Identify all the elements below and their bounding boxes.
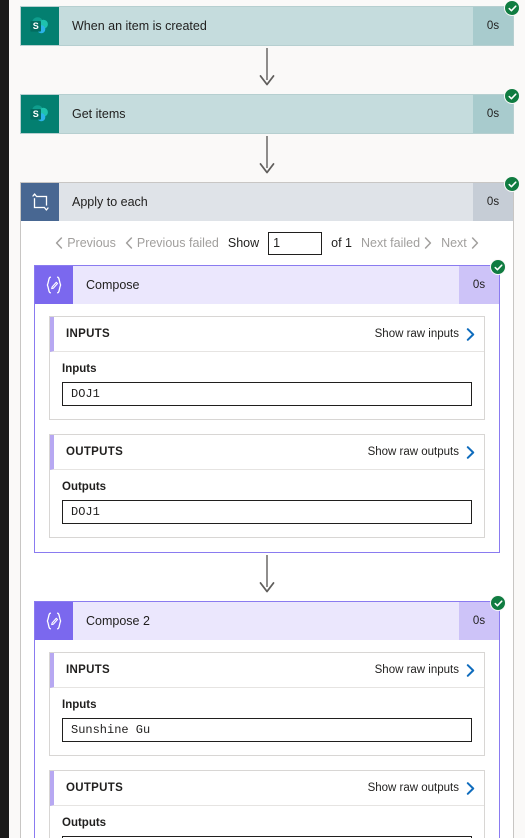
- show-raw-outputs-label: Show raw outputs: [367, 446, 459, 458]
- previous-button[interactable]: Previous: [55, 236, 116, 250]
- outputs-panel-header: OUTPUTS Show raw outputs: [50, 771, 484, 806]
- card-header[interactable]: Compose 2 0s: [35, 595, 506, 640]
- inputs-value[interactable]: DOJ1: [62, 382, 472, 406]
- chevron-right-icon: [471, 237, 478, 249]
- card-title: Compose 2: [86, 614, 150, 628]
- show-raw-inputs-label: Show raw inputs: [374, 328, 459, 340]
- sharepoint-icon: S: [21, 95, 59, 133]
- show-raw-outputs-label: Show raw outputs: [367, 782, 459, 794]
- compose-body: INPUTS Show raw inputs Inputs: [35, 640, 499, 838]
- inputs-field-label: Inputs: [62, 699, 97, 711]
- compose-card[interactable]: Compose 0s INPUTS Show raw inputs Inputs…: [34, 259, 506, 553]
- compose-icon: [35, 602, 73, 640]
- card-title: Apply to each: [72, 195, 148, 209]
- outputs-panel-body: Outputs DOJ1: [50, 470, 484, 537]
- sharepoint-icon: S: [21, 7, 59, 45]
- inputs-panel: INPUTS Show raw inputs Inputs: [49, 652, 485, 756]
- card-header[interactable]: Compose 0s: [35, 259, 506, 304]
- status-badge-succeeded: [504, 176, 520, 192]
- previous-label: Previous: [67, 236, 116, 250]
- card-header[interactable]: S Get items 0s: [21, 88, 520, 133]
- card-header[interactable]: Apply to each 0s: [21, 176, 520, 221]
- compose-body: INPUTS Show raw inputs Inputs: [35, 304, 499, 552]
- outputs-panel-title: OUTPUTS: [66, 446, 124, 458]
- previous-failed-label: Previous failed: [136, 236, 219, 250]
- status-badge-succeeded: [504, 88, 520, 104]
- iteration-pager: Previous Previous failed Show of 1 Next …: [21, 221, 513, 265]
- next-failed-label: Next failed: [361, 236, 421, 250]
- card-title: Get items: [72, 107, 126, 121]
- card-header[interactable]: S When an item is created 0s: [21, 0, 520, 45]
- show-raw-outputs-link[interactable]: Show raw outputs: [367, 781, 475, 795]
- foreach-loop-icon: [21, 183, 59, 221]
- show-label: Show: [227, 236, 260, 250]
- status-badge-succeeded: [504, 0, 520, 16]
- chevron-right-icon: [466, 663, 475, 677]
- inputs-field-label: Inputs: [62, 363, 97, 375]
- chevron-right-icon: [466, 327, 475, 341]
- outputs-panel: OUTPUTS Show raw outputs Outputs: [49, 770, 485, 838]
- apply-to-each-card[interactable]: Apply to each 0s Previous Previous faile…: [20, 176, 520, 838]
- flow-step-card[interactable]: S When an item is created 0s: [20, 0, 520, 46]
- compose-card[interactable]: Compose 2 0s INPUTS Show raw inputs Inpu…: [34, 595, 506, 838]
- outputs-field-label: Outputs: [62, 481, 107, 493]
- inputs-panel-title: INPUTS: [66, 664, 110, 676]
- outputs-value[interactable]: DOJ1: [62, 500, 472, 524]
- outputs-panel-header: OUTPUTS Show raw outputs: [50, 435, 484, 470]
- card-title: When an item is created: [72, 19, 207, 33]
- show-raw-inputs-link[interactable]: Show raw inputs: [374, 327, 475, 341]
- inputs-panel: INPUTS Show raw inputs Inputs: [49, 316, 485, 420]
- svg-text:S: S: [33, 21, 39, 31]
- flow-run-scroll-area: S When an item is created 0s S Get items…: [9, 0, 525, 838]
- outputs-panel-title: OUTPUTS: [66, 782, 124, 794]
- page-number-input[interactable]: [268, 231, 323, 255]
- connector-arrow: [20, 134, 514, 182]
- connector-arrow: [34, 553, 500, 601]
- svg-text:S: S: [33, 109, 39, 119]
- next-label: Next: [441, 236, 467, 250]
- flow-step-card[interactable]: S Get items 0s: [20, 88, 520, 134]
- compose-icon: [35, 266, 73, 304]
- card-title: Compose: [86, 278, 140, 292]
- show-raw-inputs-label: Show raw inputs: [374, 664, 459, 676]
- inputs-panel-body: Inputs DOJ1: [50, 352, 484, 419]
- inputs-value[interactable]: Sunshine Gu: [62, 718, 472, 742]
- inputs-panel-body: Inputs Sunshine Gu: [50, 688, 484, 755]
- apply-to-each-body: Compose 0s INPUTS Show raw inputs Inputs…: [21, 259, 513, 838]
- show-raw-inputs-link[interactable]: Show raw inputs: [374, 663, 475, 677]
- chevron-right-icon: [424, 237, 432, 249]
- next-button[interactable]: Next: [441, 236, 479, 250]
- chevron-right-icon: [466, 781, 475, 795]
- next-failed-button[interactable]: Next failed: [361, 236, 432, 250]
- inputs-panel-header: INPUTS Show raw inputs: [50, 653, 484, 688]
- show-raw-outputs-link[interactable]: Show raw outputs: [367, 445, 475, 459]
- outputs-panel: OUTPUTS Show raw outputs Outputs: [49, 434, 485, 538]
- status-badge-succeeded: [490, 259, 506, 275]
- status-badge-succeeded: [490, 595, 506, 611]
- outputs-field-label: Outputs: [62, 817, 107, 829]
- connector-arrow: [20, 46, 514, 94]
- chevron-right-icon: [466, 445, 475, 459]
- page-total-label: of 1: [331, 236, 352, 250]
- inputs-panel-header: INPUTS Show raw inputs: [50, 317, 484, 352]
- chevron-left-icon: [56, 237, 63, 249]
- previous-failed-button[interactable]: Previous failed: [125, 236, 219, 250]
- outputs-panel-body: Outputs Sunshine Gu: [50, 806, 484, 838]
- inputs-panel-title: INPUTS: [66, 328, 110, 340]
- chevron-left-icon: [125, 237, 133, 249]
- flow-run-canvas: S When an item is created 0s S Get items…: [9, 0, 525, 838]
